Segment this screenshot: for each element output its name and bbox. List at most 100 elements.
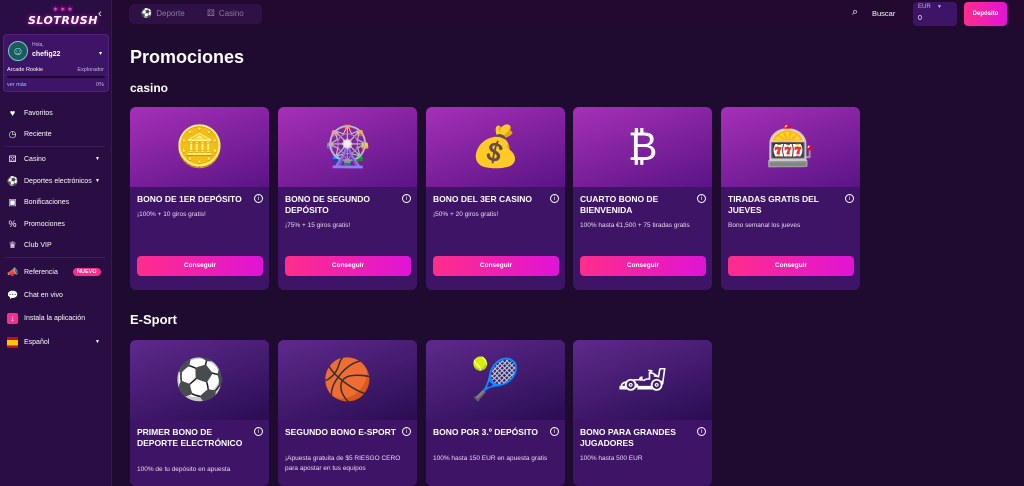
search-button[interactable]: Buscar	[872, 9, 895, 18]
claim-button[interactable]: Conseguir	[137, 256, 263, 276]
promo-image-basketball-player: 🏀	[278, 340, 417, 420]
info-icon[interactable]: i	[402, 427, 411, 436]
promo-title: BONO DE 1ER DEPÓSITO	[137, 194, 242, 204]
promo-card[interactable]: 🎾 BONO POR 3.º DEPÓSITO i 100% hasta 150…	[426, 340, 565, 486]
sidebar-item-install-app[interactable]: ↓ Instala la aplicación	[0, 309, 112, 327]
avatar: ☺	[8, 41, 28, 61]
info-icon[interactable]: i	[697, 427, 706, 436]
claim-button[interactable]: Conseguir	[580, 256, 706, 276]
greeting: Hola,	[32, 42, 44, 48]
promo-card[interactable]: 🏀 SEGUNDO BONO E-SPORT i ¡Apuesta gratui…	[278, 340, 417, 486]
tab-casino[interactable]: ⚄ Casino	[207, 8, 244, 19]
info-icon[interactable]: i	[845, 194, 854, 203]
promo-description: ¡75% + 15 giros gratis!	[285, 222, 351, 229]
sidebar-item-referencia[interactable]: 📣 Referencia NUEVO	[0, 263, 112, 281]
promo-image-slot-machine: 🎰	[721, 107, 860, 187]
promo-image-money-bag: 💰	[426, 107, 565, 187]
user-panel[interactable]: ☺ Hola, chefig22 ▾ Arcade Rookie Explora…	[3, 34, 109, 92]
product-tabs: ⚽ Deporte ⚄ Casino	[129, 4, 262, 24]
search-icon[interactable]: ⌕	[852, 6, 858, 19]
info-icon[interactable]: i	[550, 427, 559, 436]
chevron-down-icon: ▼	[937, 4, 942, 10]
chevron-down-icon[interactable]: ▾	[99, 50, 102, 57]
heart-icon: ♥	[9, 107, 16, 118]
tab-deporte[interactable]: ⚽ Deporte	[141, 8, 185, 19]
promo-description: 100% hasta 150 EUR en apuesta gratis	[433, 455, 548, 462]
clock-icon: ◷	[8, 128, 17, 139]
current-rank: Arcade Rookie	[7, 67, 44, 73]
sidebar-item-club-vip[interactable]: ♛ Club VIP	[0, 236, 112, 254]
claim-button[interactable]: Conseguir	[433, 256, 559, 276]
promo-description: 100% hasta 500 EUR	[580, 455, 643, 462]
page-title: Promociones	[130, 47, 245, 67]
info-icon[interactable]: i	[254, 194, 263, 203]
sidebar-item-casino[interactable]: ⚄ Casino ▼	[0, 150, 112, 168]
promo-card[interactable]: ⚽ PRIMER BONO DE DEPORTE ELECTRÓNICO i 1…	[130, 340, 269, 486]
ticket-icon: %	[8, 218, 17, 229]
promo-title: PRIMER BONO DE DEPORTE ELECTRÓNICO	[137, 427, 243, 448]
sidebar-item-label: Referencia	[24, 268, 58, 276]
balance: 0	[918, 15, 922, 22]
dice-icon: ⚄	[207, 8, 215, 18]
ball-icon: ⚽	[141, 8, 153, 18]
deposit-button[interactable]: Depósito	[964, 2, 1007, 26]
promo-card[interactable]: 🏎 BONO PARA GRANDES JUGADORES i 100% has…	[573, 340, 712, 486]
promo-card[interactable]: 🎡 BONO DE SEGUNDO DEPÓSITO i ¡75% + 15 g…	[278, 107, 417, 290]
rank-progress-bar	[7, 76, 105, 78]
promo-title: BONO POR 3.º DEPÓSITO	[433, 427, 538, 437]
chat-icon: 💬	[7, 289, 19, 300]
promo-description: Bono semanal los jueves	[728, 222, 801, 229]
promo-image-crypto: ₿	[573, 107, 712, 187]
sidebar-item-favoritos[interactable]: ♥ Favoritos	[0, 104, 112, 122]
logo[interactable]: ✶✶✶ SLOTRUSH	[28, 6, 98, 28]
sidebar-item-label: Bonificaciones	[24, 198, 70, 206]
promo-description: ¡Apuesta gratuita de $5 RIESGO CERO para…	[285, 455, 401, 472]
chevron-down-icon: ▼	[95, 178, 100, 184]
chevron-down-icon: ▼	[95, 339, 100, 345]
sidebar-item-bonificaciones[interactable]: ▣ Bonificaciones	[0, 193, 112, 211]
promo-image-roulette: 🎡	[278, 107, 417, 187]
ball-icon: ⚽	[7, 175, 19, 186]
sidebar-item-chat[interactable]: 💬 Chat en vivo	[0, 286, 112, 304]
crown-icon: ♛	[8, 239, 17, 250]
balance-selector[interactable]: EUR ▼ 0	[913, 2, 957, 26]
sidebar: ✶✶✶ SLOTRUSH ‹ ☺ Hola, chefig22 ▾ Arcade …	[0, 0, 112, 486]
sidebar-item-label: Español	[24, 338, 50, 346]
chevron-down-icon: ▼	[95, 156, 100, 162]
bonus-icon: ▣	[8, 196, 17, 207]
topbar: ⚽ Deporte ⚄ Casino ⌕ Buscar EUR ▼ 0 Depósi…	[112, 0, 1024, 28]
promo-image-race-car: 🏎	[573, 340, 712, 420]
promo-title: TIRADAS GRATIS DEL JUEVES	[728, 194, 819, 215]
section-title-esport: E-Sport	[130, 312, 177, 327]
promo-description: ¡100% + 10 giros gratis!	[137, 211, 206, 218]
logo-text: SLOTRUSH	[28, 14, 98, 27]
see-more-link[interactable]: ver más	[7, 82, 27, 88]
sidebar-item-reciente[interactable]: ◷ Reciente	[0, 125, 112, 143]
info-icon[interactable]: i	[402, 194, 411, 203]
promo-card[interactable]: ₿ CUARTO BONO DE BIENVENIDA i 100% hasta…	[573, 107, 712, 290]
promo-card[interactable]: 💰 BONO DEL 3ER CASINO i ¡50% + 20 giros …	[426, 107, 565, 290]
promo-card[interactable]: 🪙 BONO DE 1ER DEPÓSITO i ¡100% + 10 giro…	[130, 107, 269, 290]
section-title-casino: casino	[130, 81, 169, 95]
sidebar-item-promociones[interactable]: % Promociones	[0, 215, 112, 233]
sidebar-item-esports[interactable]: ⚽ Deportes electrónicos ▼	[0, 172, 112, 190]
sidebar-item-label: Instala la aplicación	[24, 314, 86, 322]
info-icon[interactable]: i	[550, 194, 559, 203]
divider	[5, 146, 105, 147]
info-icon[interactable]: i	[697, 194, 706, 203]
promo-card[interactable]: 🎰 TIRADAS GRATIS DEL JUEVES i Bono seman…	[721, 107, 860, 290]
sidebar-item-label: Favoritos	[24, 109, 53, 117]
currency: EUR	[918, 4, 931, 10]
promo-description: ¡50% + 20 giros gratis!	[433, 211, 499, 218]
info-icon[interactable]: i	[254, 427, 263, 436]
language-selector[interactable]: Español ▼	[0, 333, 112, 351]
flag-icon	[7, 336, 18, 348]
claim-button[interactable]: Conseguir	[728, 256, 854, 276]
megaphone-icon: 📣	[7, 266, 19, 277]
promo-image-coins: 🪙	[130, 107, 269, 187]
promo-title: BONO DEL 3ER CASINO	[433, 194, 533, 204]
rank-progress-value: 0%	[96, 82, 104, 88]
claim-button[interactable]: Conseguir	[285, 256, 411, 276]
new-badge: NUEVO	[73, 268, 101, 276]
collapse-sidebar-icon[interactable]: ‹	[98, 8, 102, 20]
